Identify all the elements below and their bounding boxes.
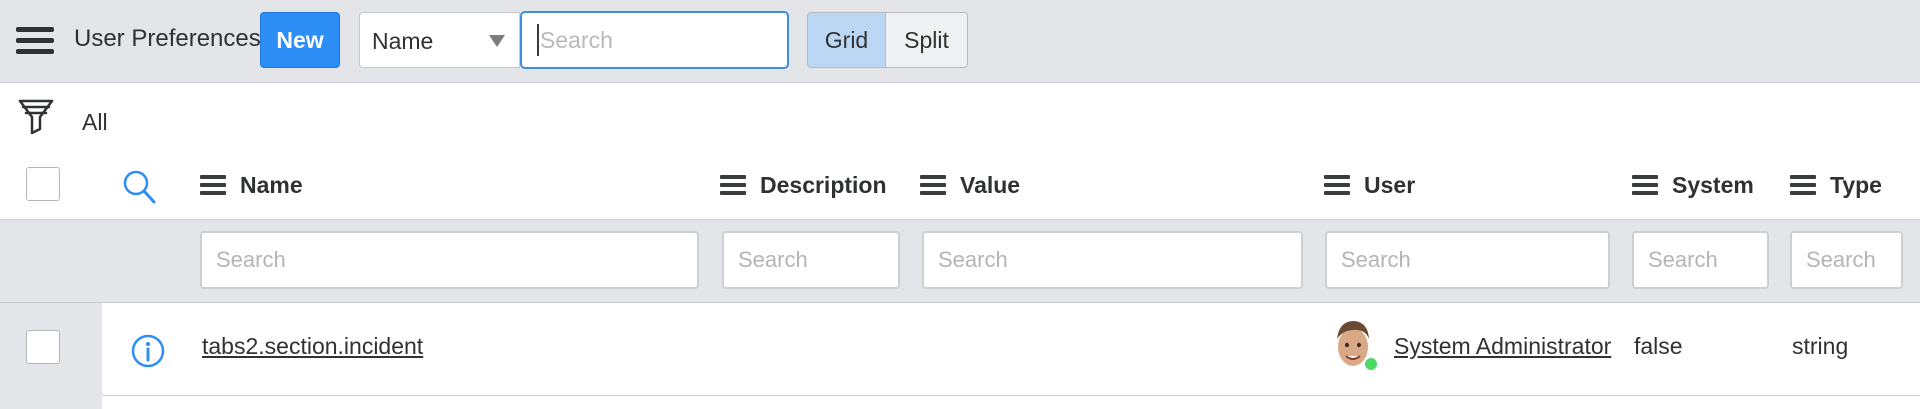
search-field-selected: Name bbox=[372, 28, 434, 54]
search-field-select[interactable]: Name bbox=[359, 12, 520, 68]
list-search-input[interactable] bbox=[520, 11, 789, 69]
list-title: User Preferences bbox=[74, 25, 261, 52]
column-label: System bbox=[1672, 171, 1754, 198]
column-header-value[interactable]: Value bbox=[920, 167, 1020, 203]
column-search-row bbox=[0, 219, 1920, 304]
column-header-type[interactable]: Type bbox=[1790, 167, 1882, 203]
row-system: false bbox=[1634, 333, 1683, 359]
text-cursor bbox=[537, 24, 539, 56]
select-all-checkbox[interactable] bbox=[26, 167, 60, 201]
column-menu-icon[interactable] bbox=[1632, 175, 1658, 195]
name-column-search[interactable] bbox=[200, 231, 699, 289]
online-status-dot bbox=[1363, 356, 1379, 372]
row-select-checkbox[interactable] bbox=[26, 330, 60, 364]
grid-view-button[interactable]: Grid bbox=[807, 12, 886, 68]
user-column-search[interactable] bbox=[1325, 231, 1610, 289]
column-label: User bbox=[1364, 171, 1416, 198]
column-menu-icon[interactable] bbox=[920, 175, 946, 195]
filter-funnel-icon[interactable] bbox=[18, 97, 54, 137]
filter-breadcrumb-all[interactable]: All bbox=[82, 109, 108, 136]
column-label: Name bbox=[240, 171, 303, 198]
chevron-down-icon bbox=[489, 35, 505, 47]
system-column-search[interactable] bbox=[1632, 231, 1769, 289]
column-header-user[interactable]: User bbox=[1324, 167, 1415, 203]
column-header-name[interactable]: Name bbox=[200, 167, 303, 203]
column-menu-icon[interactable] bbox=[1324, 175, 1350, 195]
search-icon[interactable] bbox=[122, 169, 156, 205]
column-menu-icon[interactable] bbox=[200, 175, 226, 195]
table-row: tabs2.section.incident System Administra… bbox=[0, 303, 1920, 409]
column-label: Value bbox=[960, 171, 1021, 198]
row-name-link[interactable]: tabs2.section.incident bbox=[202, 333, 423, 360]
value-column-search[interactable] bbox=[922, 231, 1303, 289]
column-label: Type bbox=[1830, 171, 1882, 198]
column-header-system[interactable]: System bbox=[1632, 167, 1754, 203]
row-user-link[interactable]: System Administrator bbox=[1394, 333, 1611, 360]
new-button[interactable]: New bbox=[260, 12, 340, 68]
split-view-button[interactable]: Split bbox=[886, 12, 968, 68]
column-header-row: Name Description Value User System Type bbox=[0, 153, 1920, 219]
row-type: string bbox=[1792, 333, 1849, 359]
type-column-search[interactable] bbox=[1790, 231, 1903, 289]
column-header-description[interactable]: Description bbox=[720, 167, 887, 203]
hamburger-icon[interactable] bbox=[16, 25, 56, 57]
row-gutter bbox=[0, 396, 102, 409]
column-menu-icon[interactable] bbox=[720, 175, 746, 195]
table-row-next bbox=[0, 396, 1920, 409]
column-menu-icon[interactable] bbox=[1790, 175, 1816, 195]
filter-breadcrumb-row: All bbox=[0, 83, 1920, 153]
column-label: Description bbox=[760, 171, 887, 198]
view-toggle: Grid Split bbox=[807, 12, 968, 68]
user-avatar[interactable] bbox=[1327, 313, 1379, 375]
description-column-search[interactable] bbox=[722, 231, 900, 289]
list-header-bar: User Preferences New Name Grid Split bbox=[0, 0, 1920, 83]
info-icon[interactable] bbox=[131, 334, 165, 368]
